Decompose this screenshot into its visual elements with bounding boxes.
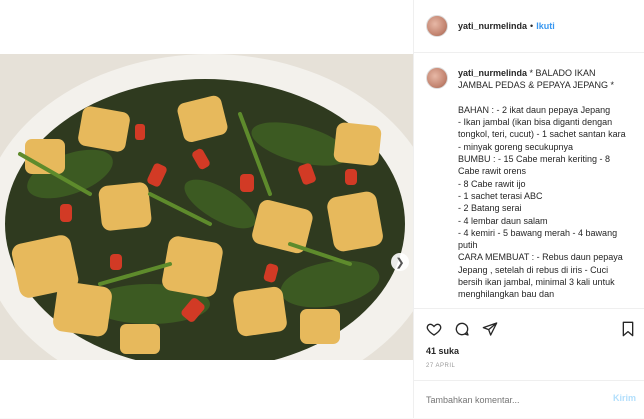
- post-photo[interactable]: ❯: [0, 54, 413, 360]
- caption-text: * BALADO IKAN JAMBAL PEDAS & PEPAYA JEPA…: [458, 68, 626, 300]
- header-separator: •: [530, 21, 534, 31]
- post-header: yati_nurmelinda • Ikuti: [414, 0, 644, 53]
- avatar[interactable]: [426, 15, 448, 37]
- food-photo-illustration: [0, 54, 413, 360]
- heart-icon[interactable]: [426, 321, 442, 337]
- post-comment-button[interactable]: Kirim: [613, 393, 636, 403]
- comment-icon[interactable]: [454, 321, 470, 337]
- post-date[interactable]: 27 APRIL: [426, 363, 455, 369]
- caption-username[interactable]: yati_nurmelinda: [458, 68, 527, 78]
- caption-area: yati_nurmelinda * BALADO IKAN JAMBAL PED…: [414, 53, 644, 308]
- follow-button[interactable]: Ikuti: [536, 21, 555, 31]
- header-username[interactable]: yati_nurmelinda: [458, 21, 527, 31]
- comment-bar: Kirim: [414, 380, 644, 419]
- like-count[interactable]: 41 suka: [426, 346, 459, 356]
- caption-avatar[interactable]: [426, 67, 448, 89]
- caption: yati_nurmelinda * BALADO IKAN JAMBAL PED…: [458, 67, 630, 301]
- bookmark-icon[interactable]: [620, 321, 636, 337]
- action-bar: [414, 308, 644, 347]
- share-icon[interactable]: [482, 321, 498, 337]
- instagram-post: ❯ yati_nurmelinda • Ikuti yati_nurmelind…: [0, 0, 644, 418]
- chevron-right-icon[interactable]: ❯: [391, 253, 409, 271]
- comment-input[interactable]: [426, 393, 596, 407]
